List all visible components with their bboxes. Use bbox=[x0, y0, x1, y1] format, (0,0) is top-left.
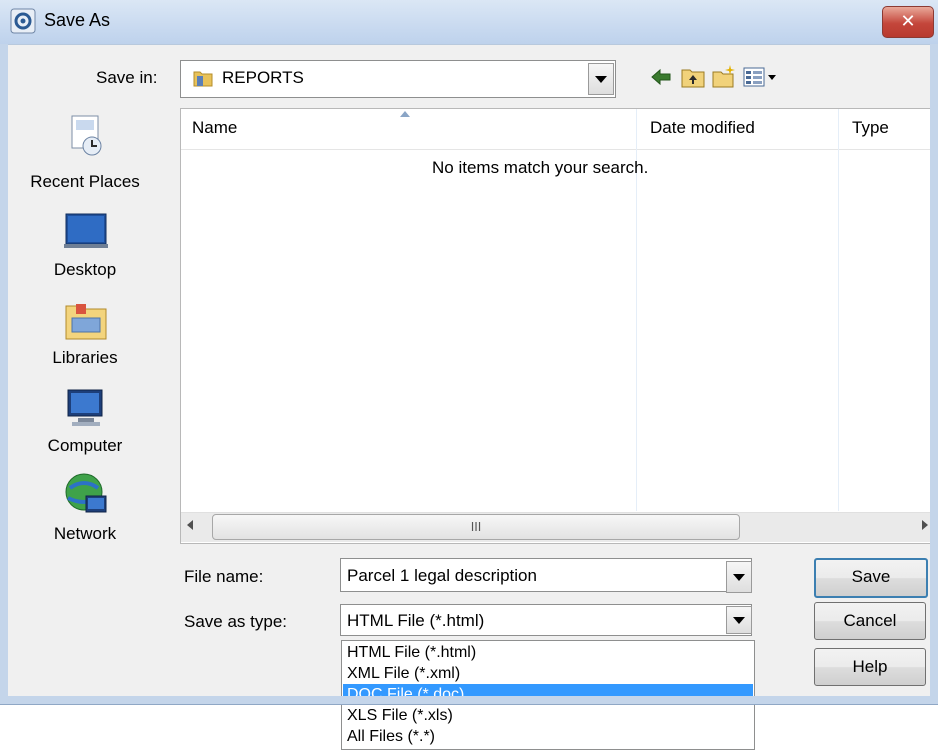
place-recent-places[interactable]: Recent Places bbox=[10, 172, 160, 192]
scroll-left-icon[interactable] bbox=[187, 520, 193, 530]
place-computer[interactable]: Computer bbox=[10, 436, 160, 456]
scroll-right-icon[interactable] bbox=[922, 520, 928, 530]
new-folder-icon[interactable] bbox=[711, 64, 737, 90]
recent-places-icon[interactable] bbox=[62, 112, 110, 160]
window-frame-bottom bbox=[0, 696, 938, 705]
folder-icon bbox=[193, 71, 213, 87]
up-folder-icon[interactable] bbox=[680, 64, 706, 90]
close-button[interactable]: ✕ bbox=[882, 6, 934, 38]
column-header bbox=[181, 109, 932, 150]
app-icon bbox=[10, 8, 36, 34]
title-bar[interactable] bbox=[0, 0, 938, 45]
save-in-value: REPORTS bbox=[222, 68, 304, 87]
column-divider[interactable] bbox=[838, 109, 839, 511]
libraries-icon[interactable] bbox=[62, 296, 110, 344]
empty-message: No items match your search. bbox=[432, 158, 649, 177]
column-type[interactable]: Type bbox=[852, 118, 889, 138]
computer-icon[interactable] bbox=[62, 384, 110, 432]
save-as-type-label: Save as type: bbox=[184, 612, 288, 631]
type-option[interactable]: XML File (*.xml) bbox=[343, 663, 753, 684]
scroll-thumb[interactable]: III bbox=[212, 514, 740, 540]
place-libraries[interactable]: Libraries bbox=[10, 348, 160, 368]
column-name[interactable]: Name bbox=[192, 118, 237, 138]
sort-ascending-icon bbox=[400, 111, 410, 117]
network-icon[interactable] bbox=[62, 470, 110, 518]
window-frame-right bbox=[930, 44, 938, 700]
save-as-type-select[interactable]: HTML File (*.html) bbox=[340, 604, 752, 636]
window-title: Save As bbox=[44, 10, 111, 30]
save-as-type-options[interactable]: HTML File (*.html) XML File (*.xml) DOC … bbox=[341, 640, 755, 750]
views-menu-icon[interactable] bbox=[742, 64, 782, 90]
window-frame-left bbox=[0, 44, 8, 700]
type-option[interactable]: HTML File (*.html) bbox=[343, 642, 753, 663]
save-in-label: Save in: bbox=[96, 68, 158, 87]
file-name-label: File name: bbox=[184, 567, 264, 586]
cancel-button[interactable]: Cancel bbox=[814, 602, 926, 640]
back-icon[interactable] bbox=[648, 64, 674, 90]
type-option[interactable]: All Files (*.*) bbox=[343, 726, 753, 747]
save-in-dropdown-button[interactable] bbox=[588, 63, 614, 95]
chevron-down-icon bbox=[733, 573, 745, 581]
save-button[interactable]: Save bbox=[814, 558, 928, 598]
file-name-input[interactable]: Parcel 1 legal description bbox=[340, 558, 752, 592]
place-desktop[interactable]: Desktop bbox=[10, 260, 160, 280]
desktop-icon[interactable] bbox=[62, 206, 110, 254]
chevron-down-icon bbox=[733, 616, 745, 624]
help-button[interactable]: Help bbox=[814, 648, 926, 686]
save-as-type-dropdown-button[interactable] bbox=[726, 606, 752, 634]
type-option[interactable]: XLS File (*.xls) bbox=[343, 705, 753, 726]
file-name-dropdown-button[interactable] bbox=[726, 561, 752, 593]
chevron-down-icon bbox=[595, 75, 607, 83]
column-date-modified[interactable]: Date modified bbox=[650, 118, 755, 138]
place-network[interactable]: Network bbox=[10, 524, 160, 544]
